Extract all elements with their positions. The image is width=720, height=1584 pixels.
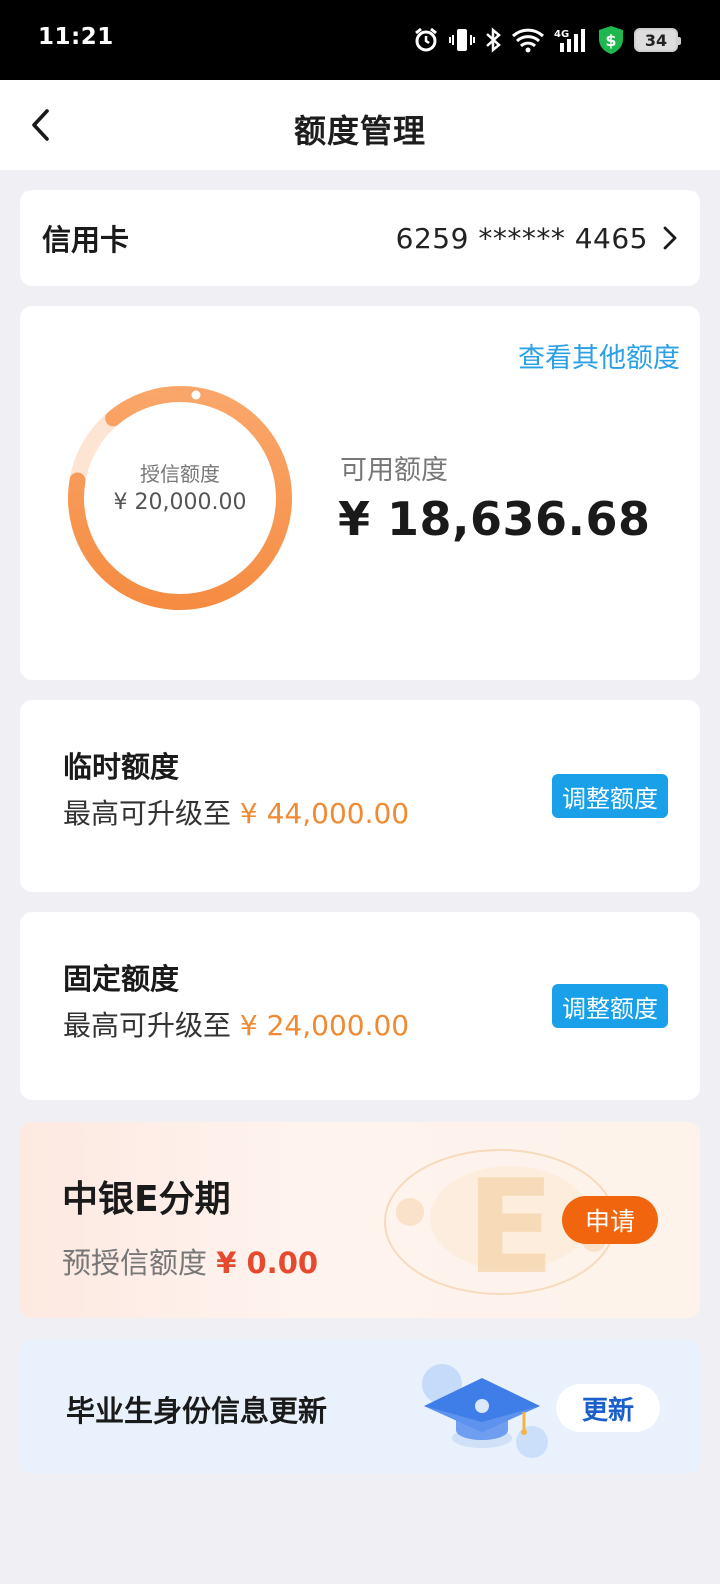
status-time: 11:21 bbox=[38, 24, 114, 50]
graduate-update-title: 毕业生身份信息更新 bbox=[66, 1394, 328, 1428]
adjust-fixed-limit-button[interactable]: 调整额度 bbox=[552, 984, 668, 1028]
installment-promo-card[interactable]: E 中银E分期 预授信额度 ¥ 0.00 申请 bbox=[20, 1122, 700, 1318]
credit-limit-value: ¥ 20,000.00 bbox=[113, 490, 247, 515]
limit-summary-card: 查看其他额度 授信额度 ¥ 20,000.00 可用额度 ¥ 18,636.68 bbox=[20, 306, 700, 680]
installment-amount: ¥ 0.00 bbox=[216, 1246, 319, 1280]
limit-ring-chart: 授信额度 ¥ 20,000.00 bbox=[60, 378, 300, 618]
wifi-icon bbox=[511, 26, 545, 54]
shield-dollar-icon: $ bbox=[597, 25, 625, 55]
fixed-limit-card: 固定额度 最高可升级至 ¥ 24,000.00 调整额度 bbox=[20, 912, 700, 1100]
signal-4g-icon: 4G bbox=[554, 26, 588, 54]
card-type-label: 信用卡 bbox=[42, 223, 130, 257]
page-title: 额度管理 bbox=[293, 112, 426, 150]
installment-title: 中银E分期 bbox=[62, 1179, 231, 1220]
temporary-limit-title: 临时额度 bbox=[63, 750, 180, 784]
bluetooth-icon bbox=[484, 26, 502, 54]
graduation-cap-icon bbox=[422, 1364, 548, 1458]
fixed-limit-title: 固定额度 bbox=[63, 962, 180, 996]
svg-text:E: E bbox=[466, 1151, 555, 1303]
chevron-right-icon bbox=[662, 225, 678, 251]
available-limit-label: 可用额度 bbox=[340, 455, 448, 486]
fixed-limit-amount: ¥ 24,000.00 bbox=[239, 1009, 410, 1042]
view-other-limits-link[interactable]: 查看其他额度 bbox=[518, 336, 680, 375]
graduate-update-card[interactable]: 毕业生身份信息更新 更新 bbox=[20, 1340, 700, 1474]
ring-marker bbox=[188, 387, 204, 403]
nav-bar: 额度管理 bbox=[0, 80, 720, 170]
installment-desc-prefix: 预授信额度 bbox=[62, 1246, 217, 1280]
apply-button[interactable]: 申请 bbox=[562, 1196, 658, 1244]
available-limit-value: ¥ 18,636.68 bbox=[338, 492, 651, 546]
fixed-limit-desc-prefix: 最高可升级至 bbox=[63, 1009, 240, 1042]
credit-card-selector[interactable]: 信用卡 6259 ****** 4465 bbox=[20, 190, 700, 286]
installment-desc: 预授信额度 ¥ 0.00 bbox=[62, 1240, 318, 1282]
temporary-limit-desc-prefix: 最高可升级至 bbox=[63, 797, 240, 830]
temporary-limit-desc: 最高可升级至 ¥ 44,000.00 bbox=[63, 792, 409, 832]
svg-text:$: $ bbox=[605, 31, 616, 50]
vibrate-icon bbox=[449, 26, 475, 54]
temporary-limit-card: 临时额度 最高可升级至 ¥ 44,000.00 调整额度 bbox=[20, 700, 700, 892]
status-bar: 11:21 4G $ 34 bbox=[0, 0, 720, 80]
battery-icon: 34 bbox=[634, 28, 681, 52]
credit-limit-label: 授信额度 bbox=[140, 462, 220, 486]
update-button[interactable]: 更新 bbox=[556, 1384, 660, 1432]
card-number: 6259 ****** 4465 bbox=[395, 221, 648, 255]
temporary-limit-amount: ¥ 44,000.00 bbox=[239, 797, 410, 830]
svg-text:4G: 4G bbox=[554, 29, 569, 40]
adjust-temporary-limit-button[interactable]: 调整额度 bbox=[552, 774, 668, 818]
fixed-limit-desc: 最高可升级至 ¥ 24,000.00 bbox=[63, 1004, 409, 1044]
alarm-icon bbox=[412, 26, 440, 54]
status-icons: 4G $ 34 bbox=[412, 22, 681, 58]
